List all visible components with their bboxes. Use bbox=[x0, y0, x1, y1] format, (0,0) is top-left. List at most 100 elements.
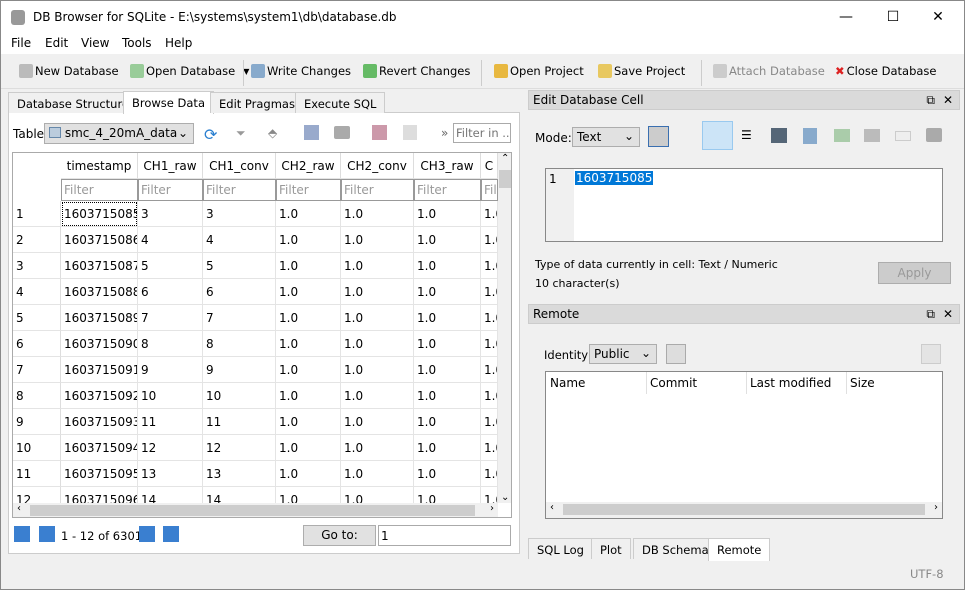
table-cell[interactable]: 1.0 bbox=[276, 305, 341, 331]
tab-sql-log[interactable]: SQL Log bbox=[528, 538, 593, 559]
vertical-scrollbar[interactable]: ⌃ ⌄ bbox=[498, 153, 511, 503]
table-cell[interactable]: 1.0 bbox=[341, 201, 414, 227]
close-window-button[interactable]: ✕ bbox=[923, 9, 953, 25]
open-database-button[interactable]: Open Database ▼ bbox=[130, 64, 249, 78]
table-cell[interactable]: 1.0 bbox=[481, 331, 498, 357]
tab-db-schema[interactable]: DB Schema bbox=[633, 538, 718, 559]
menu-file[interactable]: File bbox=[11, 36, 31, 50]
table-cell[interactable]: 1.0 bbox=[414, 461, 481, 487]
table-cell[interactable]: 8 bbox=[203, 331, 276, 357]
identity-settings-button[interactable] bbox=[666, 344, 686, 364]
table-cell[interactable]: 1.0 bbox=[276, 409, 341, 435]
row-number[interactable]: 8 bbox=[13, 383, 61, 409]
column-header[interactable]: CH2_conv bbox=[341, 153, 414, 179]
goto-input[interactable] bbox=[378, 525, 511, 546]
refresh-icon[interactable]: ⟳ bbox=[204, 125, 217, 144]
table-cell[interactable]: 13 bbox=[203, 461, 276, 487]
column-filter-input[interactable]: Filter bbox=[481, 179, 498, 201]
tab-plot[interactable]: Plot bbox=[591, 538, 631, 559]
open-external-icon[interactable] bbox=[864, 129, 880, 142]
row-number[interactable]: 6 bbox=[13, 331, 61, 357]
first-page-button[interactable] bbox=[14, 526, 30, 542]
auto-switch-mode-button[interactable] bbox=[648, 126, 669, 147]
row-number[interactable]: 4 bbox=[13, 279, 61, 305]
table-cell[interactable]: 3 bbox=[203, 201, 276, 227]
table-cell[interactable]: 1.0 bbox=[414, 279, 481, 305]
write-changes-button[interactable]: Write Changes bbox=[251, 64, 351, 78]
table-cell[interactable]: 1.0 bbox=[414, 435, 481, 461]
row-number[interactable]: 7 bbox=[13, 357, 61, 383]
table-cell[interactable]: 4 bbox=[138, 227, 203, 253]
horizontal-scrollbar[interactable]: ‹ › bbox=[13, 503, 498, 517]
row-number[interactable]: 9 bbox=[13, 409, 61, 435]
row-number[interactable]: 11 bbox=[13, 461, 61, 487]
table-cell[interactable]: 1.0 bbox=[414, 409, 481, 435]
attach-database-button[interactable]: Attach Database bbox=[713, 64, 825, 78]
close-database-button[interactable]: ✖ Close Database bbox=[835, 64, 937, 78]
tab-edit-pragmas[interactable]: Edit Pragmas bbox=[210, 92, 304, 113]
col-last-modified[interactable]: Last modified bbox=[750, 376, 831, 390]
table-cell[interactable]: 11 bbox=[203, 409, 276, 435]
table-cell[interactable]: 6 bbox=[138, 279, 203, 305]
table-cell[interactable]: 1.0 bbox=[341, 409, 414, 435]
close-dock-icon[interactable]: ✕ bbox=[943, 93, 953, 107]
table-cell[interactable]: 1.0 bbox=[276, 253, 341, 279]
table-cell[interactable]: 1.0 bbox=[276, 357, 341, 383]
table-cell[interactable]: 8 bbox=[138, 331, 203, 357]
table-cell[interactable]: 1.0 bbox=[481, 357, 498, 383]
table-cell[interactable]: 1.0 bbox=[276, 383, 341, 409]
save-table-icon[interactable] bbox=[304, 125, 319, 140]
set-null-icon[interactable] bbox=[834, 129, 850, 142]
table-cell[interactable]: 1603715090 bbox=[61, 331, 138, 357]
table-cell[interactable]: 1.0 bbox=[414, 305, 481, 331]
table-cell[interactable]: 1.0 bbox=[341, 305, 414, 331]
table-cell[interactable]: 1.0 bbox=[414, 357, 481, 383]
table-cell[interactable]: 1.0 bbox=[341, 383, 414, 409]
table-cell[interactable]: 1603715092 bbox=[61, 383, 138, 409]
minimize-button[interactable]: — bbox=[831, 9, 861, 25]
horizontal-scrollbar[interactable]: ‹ › bbox=[546, 502, 942, 518]
table-cell[interactable]: 1.0 bbox=[276, 461, 341, 487]
table-cell[interactable]: 1.0 bbox=[276, 227, 341, 253]
table-cell[interactable]: 1.0 bbox=[481, 305, 498, 331]
apply-button[interactable]: Apply bbox=[878, 262, 951, 284]
table-cell[interactable]: 9 bbox=[203, 357, 276, 383]
word-wrap-button[interactable] bbox=[702, 121, 733, 150]
table-cell[interactable]: 1.0 bbox=[341, 357, 414, 383]
export-icon[interactable] bbox=[803, 128, 817, 144]
delete-record-icon[interactable] bbox=[403, 125, 417, 140]
table-cell[interactable]: 1603715088 bbox=[61, 279, 138, 305]
row-number[interactable]: 10 bbox=[13, 435, 61, 461]
table-cell[interactable]: 6 bbox=[203, 279, 276, 305]
table-cell[interactable]: 3 bbox=[138, 201, 203, 227]
table-cell[interactable]: 4 bbox=[203, 227, 276, 253]
table-cell[interactable]: 1603715085 bbox=[61, 201, 138, 227]
table-cell[interactable]: 1.0 bbox=[481, 201, 498, 227]
col-commit[interactable]: Commit bbox=[650, 376, 697, 390]
import-icon[interactable] bbox=[771, 128, 787, 143]
print-icon[interactable] bbox=[334, 126, 350, 139]
row-number[interactable]: 2 bbox=[13, 227, 61, 253]
table-cell[interactable]: 1.0 bbox=[276, 201, 341, 227]
cell-editor[interactable]: 1 1603715085 bbox=[545, 168, 943, 242]
table-cell[interactable]: 13 bbox=[138, 461, 203, 487]
open-project-button[interactable]: Open Project bbox=[494, 64, 584, 78]
table-cell[interactable]: 1.0 bbox=[481, 409, 498, 435]
tab-database-structure[interactable]: Database Structure bbox=[8, 92, 139, 113]
table-cell[interactable]: 1.0 bbox=[341, 435, 414, 461]
new-database-button[interactable]: New Database bbox=[19, 64, 119, 78]
indent-icon[interactable]: ☰ bbox=[741, 128, 752, 142]
next-page-button[interactable] bbox=[139, 526, 155, 542]
table-cell[interactable]: 1.0 bbox=[414, 227, 481, 253]
table-cell[interactable]: 1.0 bbox=[481, 253, 498, 279]
more-icon[interactable]: » bbox=[441, 126, 448, 140]
maximize-button[interactable]: ☐ bbox=[878, 9, 908, 25]
tab-browse-data[interactable]: Browse Data bbox=[123, 91, 214, 114]
tab-execute-sql[interactable]: Execute SQL bbox=[295, 92, 386, 113]
table-cell[interactable]: 1.0 bbox=[341, 461, 414, 487]
save-project-button[interactable]: Save Project bbox=[598, 64, 685, 78]
filter-all-input[interactable] bbox=[453, 123, 511, 143]
column-header[interactable]: C bbox=[481, 153, 498, 179]
table-cell[interactable]: 1.0 bbox=[481, 383, 498, 409]
clear-filters-icon[interactable]: ⏷ bbox=[236, 126, 246, 141]
